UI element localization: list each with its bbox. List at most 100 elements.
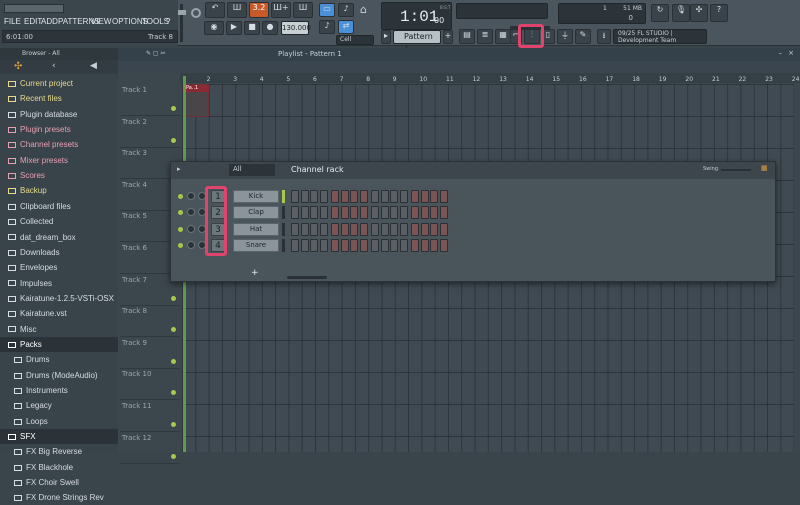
- step-button[interactable]: [390, 206, 398, 220]
- menu-edit[interactable]: EDIT: [24, 17, 42, 26]
- multilink-button[interactable]: ⇄: [338, 20, 354, 34]
- pat-song-toggle[interactable]: ◉: [204, 21, 224, 35]
- track-mute-led[interactable]: [171, 358, 176, 364]
- step-button[interactable]: [380, 190, 389, 203]
- step-button[interactable]: [331, 190, 339, 203]
- countdown-button[interactable]: 3.2: [249, 2, 269, 18]
- browser-item[interactable]: FX Drone Strings Rev: [0, 490, 118, 505]
- step-button[interactable]: [390, 238, 398, 252]
- rack-menu-arrow-icon[interactable]: ▸: [177, 165, 181, 173]
- channel-mute-led[interactable]: [178, 242, 183, 248]
- wait-button[interactable]: Ш: [227, 2, 247, 18]
- step-button[interactable]: [390, 190, 398, 203]
- plugin-button[interactable]: ⏚: [557, 29, 573, 44]
- download-news-button[interactable]: ⭳: [597, 29, 611, 44]
- browser-snap-icon[interactable]: ‹: [52, 61, 56, 71]
- pattern-select[interactable]: Pattern 1: [393, 30, 441, 53]
- step-button[interactable]: [350, 238, 358, 252]
- track-mute-led[interactable]: [171, 106, 176, 111]
- step-button[interactable]: [291, 190, 299, 203]
- step-button[interactable]: [319, 206, 328, 220]
- step-button[interactable]: [439, 238, 448, 252]
- browser-item[interactable]: Envelopes: [0, 260, 118, 275]
- step-button[interactable]: [340, 238, 349, 252]
- step-button[interactable]: [439, 190, 448, 203]
- track-header[interactable]: Track 1: [120, 84, 180, 116]
- track-header[interactable]: Track 9: [120, 337, 180, 369]
- loop-record-button[interactable]: Ш: [293, 2, 313, 18]
- close-icon[interactable]: ×: [788, 49, 794, 57]
- step-button[interactable]: [350, 222, 358, 236]
- browser-item[interactable]: Recent files: [0, 91, 118, 106]
- step-button[interactable]: [340, 222, 349, 236]
- step-button[interactable]: [411, 206, 419, 220]
- browser-item[interactable]: Legacy: [0, 398, 118, 413]
- browser-item[interactable]: Packs: [0, 336, 118, 352]
- channel-pan-knob[interactable]: [187, 224, 195, 233]
- minimize-icon[interactable]: –: [779, 49, 783, 57]
- browser-options-icon[interactable]: ✣: [14, 61, 22, 72]
- step-button[interactable]: [310, 206, 318, 220]
- browser-item[interactable]: Backup: [0, 183, 118, 198]
- pattern-picker-button[interactable]: ▸: [381, 30, 391, 44]
- step-button[interactable]: [380, 222, 389, 236]
- step-button[interactable]: [390, 222, 398, 236]
- audio-input-icon[interactable]: ⌂: [360, 3, 374, 17]
- step-button[interactable]: [371, 206, 379, 220]
- metronome-button[interactable]: ♪: [338, 3, 354, 17]
- pattern-clip[interactable]: Pa..1: [183, 84, 209, 117]
- track-header[interactable]: Track 12: [120, 432, 180, 464]
- browser-item[interactable]: FX Choir Swell: [0, 475, 118, 490]
- step-button[interactable]: [359, 190, 368, 203]
- swing-slider[interactable]: [721, 169, 751, 171]
- step-button[interactable]: [439, 206, 448, 220]
- step-button[interactable]: [399, 190, 408, 203]
- step-button[interactable]: [430, 190, 438, 203]
- step-button[interactable]: [310, 238, 318, 252]
- step-button[interactable]: [420, 238, 429, 252]
- browser-item[interactable]: dat_dream_box: [0, 230, 118, 245]
- step-edit-button[interactable]: Ш+: [271, 2, 291, 18]
- add-channel-button[interactable]: +: [251, 268, 259, 278]
- menu-tools[interactable]: TOOLS: [142, 17, 169, 26]
- step-button[interactable]: [399, 222, 408, 236]
- step-button[interactable]: [380, 206, 389, 220]
- step-button[interactable]: [371, 190, 379, 203]
- step-button[interactable]: [350, 206, 358, 220]
- menu-view[interactable]: VIEW: [91, 17, 111, 26]
- step-button[interactable]: [300, 222, 309, 236]
- add-pattern-button[interactable]: +: [443, 30, 453, 44]
- channel-name-button[interactable]: Kick: [233, 190, 279, 203]
- timeline-ruler[interactable]: [180, 73, 800, 83]
- track-header[interactable]: Track 2: [120, 116, 180, 148]
- step-button[interactable]: [380, 238, 389, 252]
- track-mute-led[interactable]: [171, 295, 176, 301]
- browser-item[interactable]: Impulses: [0, 276, 118, 291]
- typing-keyboard-button[interactable]: ▭: [319, 3, 335, 17]
- step-button[interactable]: [399, 238, 408, 252]
- track-mute-led[interactable]: [171, 327, 176, 333]
- browser-speaker-icon[interactable]: ◀: [90, 61, 97, 71]
- step-button[interactable]: [340, 190, 349, 203]
- step-button[interactable]: [331, 222, 339, 236]
- step-button[interactable]: [430, 222, 438, 236]
- step-button[interactable]: [430, 238, 438, 252]
- step-button[interactable]: [411, 190, 419, 203]
- touch-controller-button[interactable]: ✎: [575, 29, 591, 44]
- channel-name-button[interactable]: Hat: [233, 222, 279, 236]
- channel-filter-select[interactable]: All: [229, 164, 275, 176]
- record-mode-button[interactable]: ↶: [205, 2, 225, 18]
- master-pitch-knob[interactable]: [191, 8, 201, 18]
- channel-mute-led[interactable]: [178, 226, 183, 232]
- step-button[interactable]: [420, 206, 429, 220]
- play-button[interactable]: ▶: [226, 21, 242, 35]
- track-mute-led[interactable]: [171, 390, 176, 396]
- browser-item[interactable]: Current project: [0, 76, 118, 91]
- step-button[interactable]: [350, 190, 358, 203]
- channel-select-indicator[interactable]: [282, 190, 285, 203]
- channel-name-button[interactable]: Snare: [233, 238, 279, 252]
- browser-item[interactable]: Plugin database: [0, 107, 118, 122]
- step-button[interactable]: [300, 206, 309, 220]
- browser-item[interactable]: Clipboard files: [0, 199, 118, 214]
- channel-name-button[interactable]: Clap: [233, 206, 279, 220]
